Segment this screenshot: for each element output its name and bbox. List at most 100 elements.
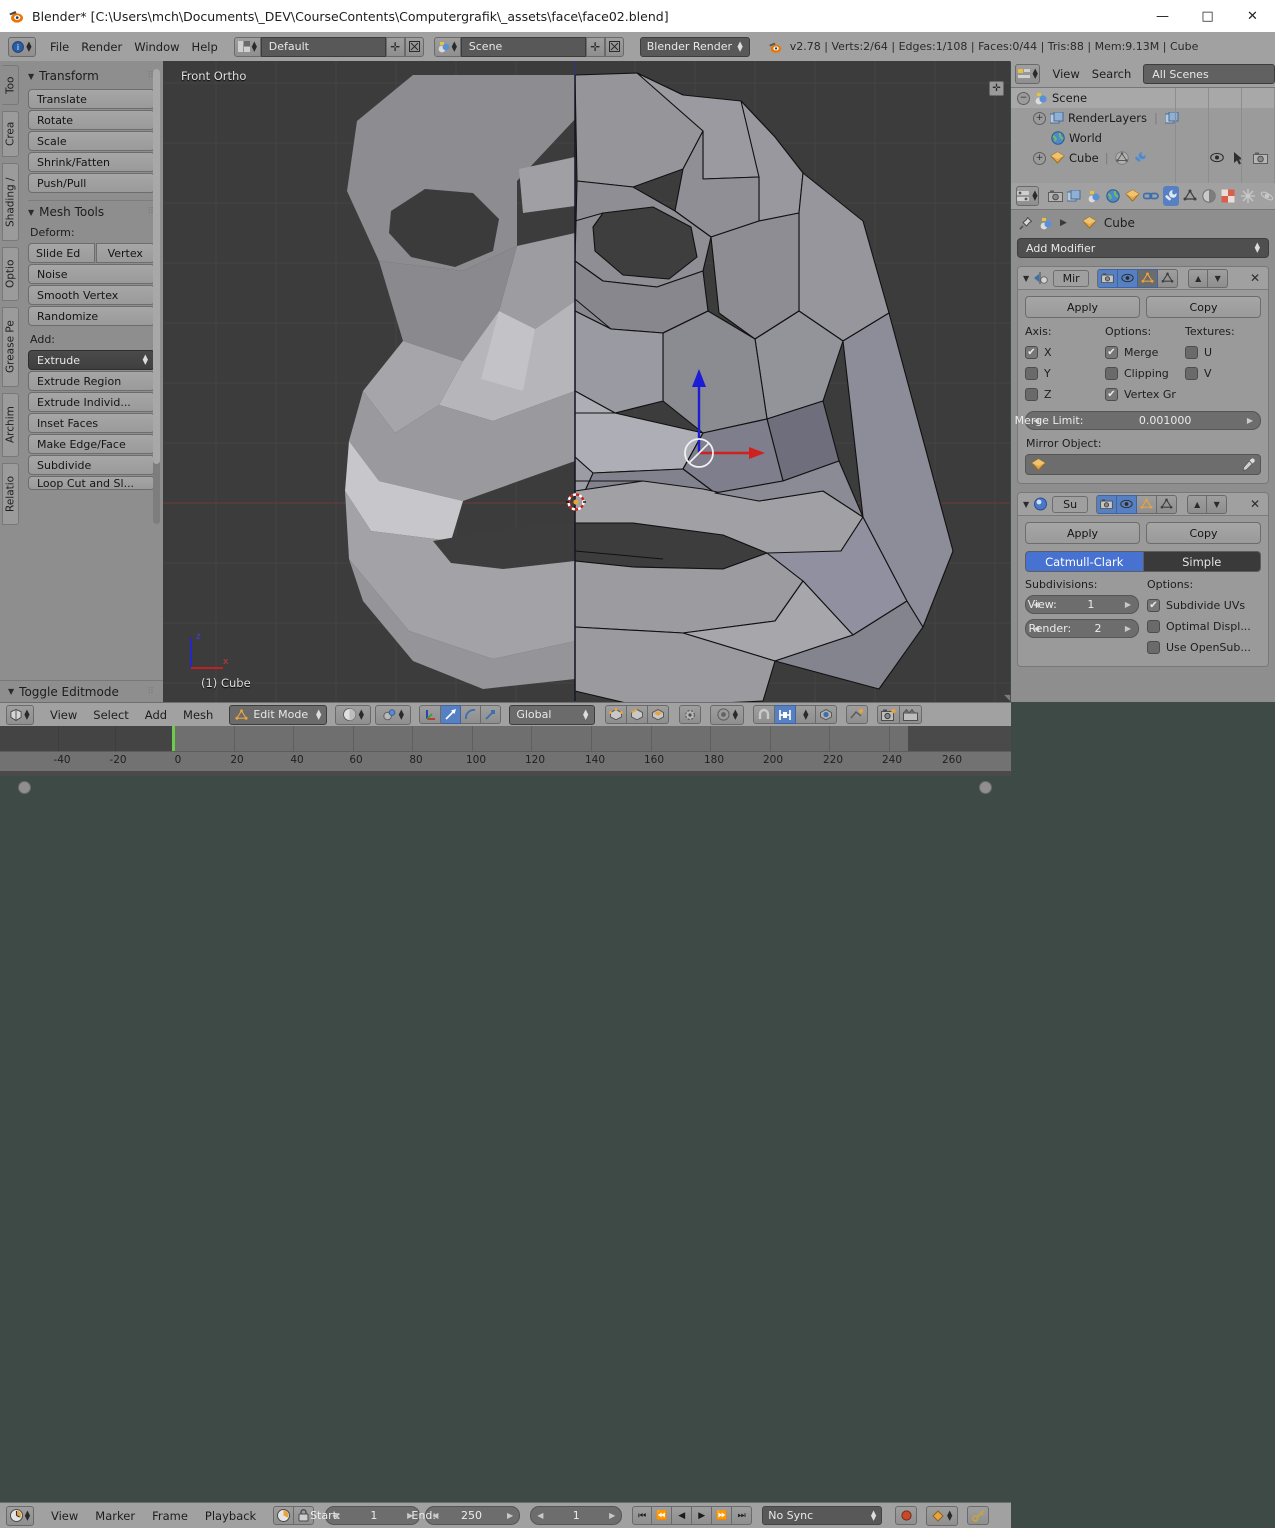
subdivisions-render-field[interactable]: ◀ Render: 2 ▶ [1025,619,1139,638]
use-opensubdiv-row[interactable]: Use OpenSub... [1147,637,1261,658]
interaction-mode-select[interactable]: Edit Mode ▲ ▼ [229,704,328,725]
extrude-dropdown[interactable]: Extrude ▲ ▼ [28,350,155,370]
push-pull-button[interactable]: Push/Pull [28,173,155,193]
editmode-visibility-toggle[interactable] [1138,268,1159,288]
render-image-button[interactable] [877,705,901,724]
mirror-modifier-name-field[interactable]: Mir [1053,269,1090,287]
expand-icon[interactable]: + [1033,111,1046,125]
modifier-wrench-icon[interactable] [1133,151,1147,165]
timeline-menu-view[interactable]: View [45,1509,84,1523]
view3d-menu-add[interactable]: Add [139,708,173,722]
render-visibility-toggle[interactable] [1097,268,1119,288]
checkbox-merge[interactable] [1105,346,1118,359]
triangle-down-icon[interactable]: ▼ [1023,500,1029,509]
transform-section-header[interactable]: ▼ Transform ⠿ [28,69,155,83]
tab-options[interactable]: Optio [2,247,19,301]
chevron-right-icon[interactable]: ▶ [1125,600,1131,609]
tab-render-properties[interactable] [1047,186,1063,206]
jump-next-keyframe-button[interactable]: ⏩ [712,1506,733,1525]
start-frame-field[interactable]: ◀ Start: 1 ▶ [310,1506,421,1525]
tab-texture-properties[interactable] [1220,186,1236,206]
use-preview-range-button[interactable] [273,1506,295,1525]
tab-create[interactable]: Crea [2,111,19,157]
on-cage-toggle[interactable] [1157,494,1178,514]
scale-button[interactable]: Scale [28,131,155,151]
tab-archimesh[interactable]: Archim [2,393,19,457]
move-down-button[interactable]: ▼ [1208,268,1229,288]
expand-icon[interactable]: + [1033,151,1046,165]
jump-prev-keyframe-button[interactable]: ⏪ [652,1506,673,1525]
menu-window[interactable]: Window [128,40,185,54]
render-visibility-toggle[interactable] [1096,494,1118,514]
proportional-edit-objects-button[interactable] [679,705,702,724]
vertex-slide-button[interactable]: Vertex [95,243,155,263]
auto-merge-editing-button[interactable] [846,705,869,724]
outliner-menu-view[interactable]: View [1046,67,1085,81]
mirror-vertex-group-row[interactable]: Vertex Gr [1105,384,1181,405]
checkbox-axis-y[interactable] [1025,367,1038,380]
chevron-right-icon[interactable]: ▶ [609,1511,615,1520]
tab-mesh-data-properties[interactable] [1182,186,1198,206]
move-up-button[interactable]: ▲ [1187,494,1208,514]
render-animation-button[interactable] [900,705,923,724]
tab-material-properties[interactable] [1201,186,1217,206]
delete-modifier-button[interactable]: ✕ [1250,271,1260,285]
timeline-track[interactable] [0,726,1011,751]
tab-particles-properties[interactable] [1240,186,1256,206]
snap-target-button[interactable] [816,705,838,724]
translate-button[interactable]: Translate [28,89,155,109]
view3d-menu-mesh[interactable]: Mesh [177,708,219,722]
viewport-visibility-toggle[interactable] [1118,268,1139,288]
timeline-editor-type-button[interactable]: ▲ ▼ [6,1505,34,1526]
play-button[interactable]: ▶ [692,1506,713,1525]
minimize-button[interactable]: — [1140,0,1185,32]
catmull-clark-button[interactable]: Catmull-Clark [1025,551,1144,572]
delete-screen-layout-button[interactable] [404,36,424,57]
maximize-button[interactable]: □ [1185,0,1230,32]
chevron-right-icon[interactable]: ▶ [1247,416,1253,425]
menu-render[interactable]: Render [75,40,128,54]
tab-modifier-properties[interactable] [1162,186,1179,206]
proportional-falloff-select[interactable]: ▲ ▼ [710,704,745,725]
move-down-button[interactable]: ▼ [1207,494,1228,514]
checkbox-axis-z[interactable] [1025,388,1038,401]
end-frame-field[interactable]: ◀ End: 250 ▶ [411,1506,521,1525]
merge-limit-field[interactable]: ◀ Merge Limit: 0.001000 ▶ [1015,411,1261,430]
subdivide-uvs-row[interactable]: Subdivide UVs [1147,595,1261,616]
expand-panel-icon[interactable]: ✛ [989,81,1004,96]
move-up-button[interactable]: ▲ [1188,268,1209,288]
face-select-mode-button[interactable] [648,705,670,724]
render-engine-select[interactable]: Blender Render ▲ ▼ [639,36,750,57]
editor-type-info-button[interactable]: i ▲ ▼ [8,36,36,57]
checkbox-clipping[interactable] [1105,367,1118,380]
checkbox-vertex-group[interactable] [1105,388,1118,401]
checkbox-axis-x[interactable] [1025,346,1038,359]
loop-cut-slide-button[interactable]: Loop Cut and Sl... [28,476,155,490]
chevron-right-icon[interactable]: ▶ [1125,624,1131,633]
add-scene-button[interactable]: ✛ [585,36,605,57]
auto-keyframe-toggle[interactable] [895,1506,918,1525]
outliner-menu-search[interactable]: Search [1086,67,1138,81]
current-frame-field[interactable]: ◀ 1 ▶ [530,1506,623,1525]
timeline-scrollbar-left-handle[interactable] [18,781,31,794]
checkbox-optimal-display[interactable] [1147,620,1160,633]
snap-element-button[interactable] [775,705,797,724]
tab-render-layers-properties[interactable] [1066,186,1082,206]
manipulator-scale-toggle[interactable] [481,705,502,724]
mirror-axis-x-row[interactable]: X [1025,342,1101,363]
noise-button[interactable]: Noise [28,264,155,284]
menu-help[interactable]: Help [186,40,224,54]
delete-scene-button[interactable] [604,36,624,57]
slide-edge-button[interactable]: Slide Ed [28,243,95,263]
checkbox-texture-u[interactable] [1185,346,1198,359]
viewport-visibility-toggle[interactable] [1117,494,1138,514]
delete-modifier-button[interactable]: ✕ [1250,497,1260,511]
keyframe-type-select[interactable]: ▲ ▼ [926,1505,959,1526]
shrink-fatten-button[interactable]: Shrink/Fatten [28,152,155,172]
randomize-button[interactable]: Randomize [28,306,155,326]
screen-layout-field[interactable]: Default [260,36,386,57]
timeline-menu-marker[interactable]: Marker [89,1509,141,1523]
mirror-apply-button[interactable]: Apply [1025,296,1140,318]
timeline-ruler[interactable]: -40 -20 0 20 40 60 80 100 120 140 160 18… [0,751,1011,794]
mirror-axis-y-row[interactable]: Y [1025,363,1101,384]
